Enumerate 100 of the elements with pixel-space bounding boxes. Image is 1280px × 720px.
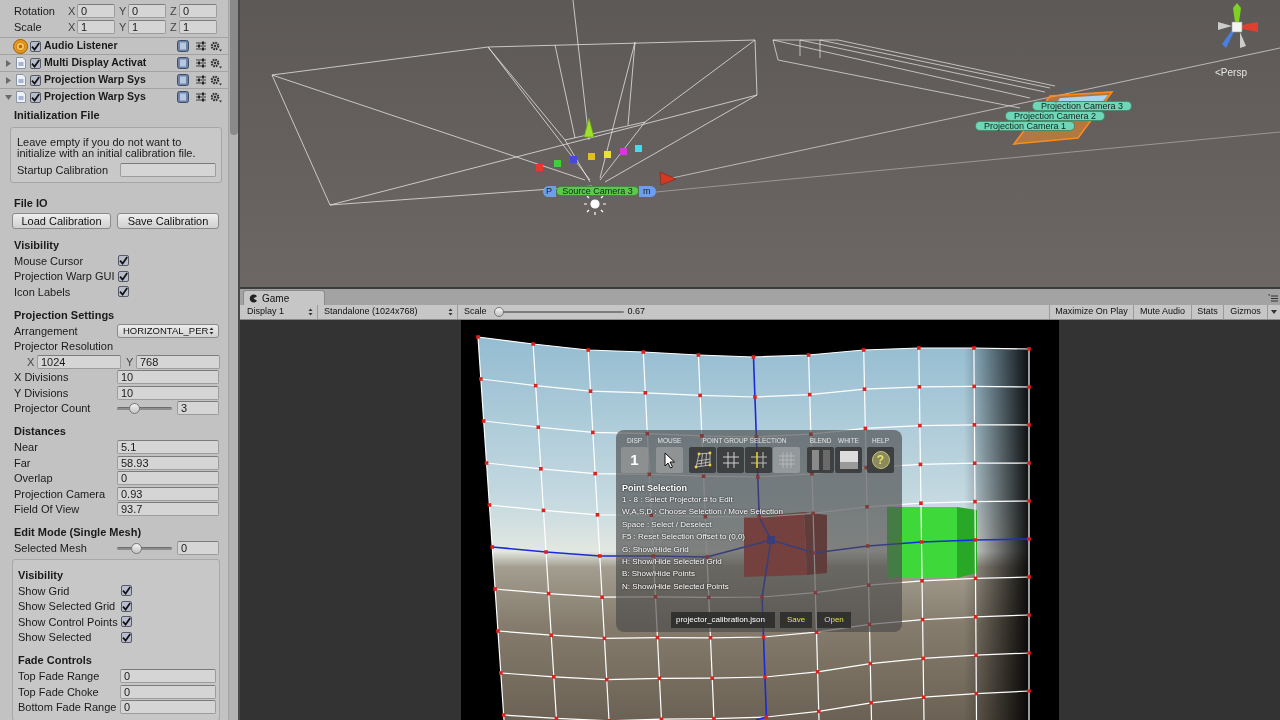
button[interactable]: Save Calibration (117, 213, 219, 229)
toolbar-button[interactable]: Stats (1191, 305, 1223, 319)
scrollbar-thumb[interactable] (229, 0, 238, 135)
number-field[interactable]: 1 (77, 20, 115, 34)
field-label: Field Of View (14, 503, 80, 515)
checkbox[interactable] (118, 270, 129, 282)
checkbox[interactable] (118, 286, 129, 298)
button[interactable]: Load Calibration (12, 213, 111, 229)
label-fragment[interactable]: m (639, 186, 656, 197)
handle-icon[interactable] (635, 145, 642, 152)
tab[interactable]: Game (243, 290, 325, 305)
script-file-icon (15, 74, 26, 86)
number-field[interactable]: 0 (120, 669, 216, 684)
slider-track[interactable] (117, 542, 172, 554)
camera-label[interactable]: Projection Camera 3 (1032, 101, 1132, 111)
camera-label[interactable]: Projection Camera 1 (975, 121, 1075, 131)
number-field[interactable]: 93.7 (117, 502, 219, 517)
fill-button[interactable] (835, 447, 862, 473)
number-field[interactable]: 1 (179, 20, 217, 34)
display-dropdown[interactable]: Display 1 (243, 305, 318, 319)
gear-icon[interactable] (210, 91, 222, 103)
square-tile-icon[interactable] (177, 57, 189, 69)
number-field[interactable]: 0 (128, 4, 166, 18)
number-field[interactable]: 0 (117, 471, 219, 486)
toolbar-button[interactable]: Gizmos (1223, 305, 1267, 319)
point-group-button[interactable] (689, 447, 716, 473)
number-field[interactable]: 3 (177, 401, 219, 416)
shortcut-text: F5 : Reset Selection Offset to (0,0) (622, 531, 746, 544)
dropdown-button[interactable] (1267, 305, 1280, 319)
field-label: Projection Warp GUI (14, 270, 115, 282)
section-heading: Visibility (18, 567, 64, 583)
slider-thumb[interactable] (131, 542, 143, 554)
checkbox[interactable] (118, 255, 129, 267)
arrow-cone-icon[interactable] (583, 117, 595, 138)
square-tile-icon[interactable] (177, 74, 189, 86)
text-field[interactable] (120, 163, 216, 177)
toolbar-button[interactable]: Mute Audio (1133, 305, 1191, 319)
number-field[interactable]: 0 (120, 684, 216, 699)
field-label: Projector Resolution (14, 339, 114, 354)
view-mode-label[interactable]: <Persp (1215, 67, 1247, 79)
checkbox[interactable] (121, 631, 132, 643)
number-field[interactable]: 10 (117, 370, 219, 385)
number-field[interactable]: 5.1 (117, 440, 219, 455)
mouse-button[interactable] (656, 447, 683, 473)
number-field[interactable]: 0 (179, 4, 217, 18)
gear-icon[interactable] (210, 40, 222, 52)
camera-label[interactable]: Projection Camera 2 (1005, 111, 1105, 121)
handle-icon[interactable] (554, 160, 561, 167)
expand-arrow-icon[interactable] (4, 76, 12, 84)
scrollbar[interactable] (228, 0, 238, 720)
sliders-icon[interactable] (196, 75, 206, 85)
resolution-dropdown[interactable]: Standalone (1024x768) (318, 305, 458, 319)
slider-track[interactable] (493, 307, 624, 317)
sliders-icon[interactable] (196, 92, 206, 102)
checkbox[interactable] (121, 616, 132, 628)
handle-icon[interactable] (536, 164, 543, 171)
camera-label[interactable]: Source Camera 3 (556, 186, 639, 196)
slider-thumb[interactable] (129, 402, 141, 414)
sliders-icon[interactable] (196, 41, 206, 51)
scale-value: 0.67 (627, 305, 646, 319)
checkbox[interactable] (30, 40, 41, 52)
button[interactable]: Open (817, 612, 851, 628)
number-field[interactable]: 0.93 (117, 486, 219, 501)
slider-track[interactable] (117, 402, 172, 414)
menu-icon[interactable] (1268, 294, 1278, 302)
number-field[interactable]: 1024 (37, 354, 121, 369)
handle-icon[interactable] (570, 156, 577, 163)
point-group-button[interactable] (717, 447, 744, 473)
handle-icon[interactable] (588, 153, 595, 160)
number-field[interactable]: 768 (136, 354, 220, 369)
handle-icon[interactable] (604, 151, 611, 158)
checkbox[interactable] (121, 585, 132, 597)
checkbox[interactable] (30, 57, 41, 69)
dropdown[interactable]: HORIZONTAL_PER (117, 323, 219, 338)
square-tile-icon[interactable] (177, 40, 189, 52)
handle-icon[interactable] (620, 148, 627, 155)
number-field[interactable]: 0 (120, 700, 216, 715)
field-label: X Divisions (14, 371, 69, 383)
checkbox[interactable] (121, 600, 132, 612)
sliders-icon[interactable] (196, 58, 206, 68)
field-label: Show Selected Grid (18, 600, 116, 612)
component-title: Audio Listener (44, 38, 118, 54)
number-field[interactable]: 10 (117, 385, 219, 400)
point-group-button[interactable] (745, 447, 772, 473)
number-field[interactable]: 1 (128, 20, 166, 34)
checkbox[interactable] (30, 91, 41, 103)
square-tile-icon[interactable] (177, 91, 189, 103)
button[interactable]: Save (780, 612, 813, 628)
slider-thumb[interactable] (493, 307, 504, 317)
expand-arrow-icon[interactable] (4, 59, 12, 67)
label-fragment[interactable]: P (543, 186, 556, 197)
checkbox[interactable] (30, 74, 41, 86)
number-field[interactable]: 58.93 (117, 455, 219, 470)
filename-field[interactable]: projector_calibration.json (671, 612, 775, 628)
gear-icon[interactable] (210, 57, 222, 69)
number-field[interactable]: 0 (77, 4, 115, 18)
toolbar-button[interactable]: Maximize On Play (1049, 305, 1133, 319)
collapse-arrow-icon[interactable] (4, 93, 12, 101)
number-field[interactable]: 0 (177, 541, 219, 556)
gear-icon[interactable] (210, 74, 222, 86)
